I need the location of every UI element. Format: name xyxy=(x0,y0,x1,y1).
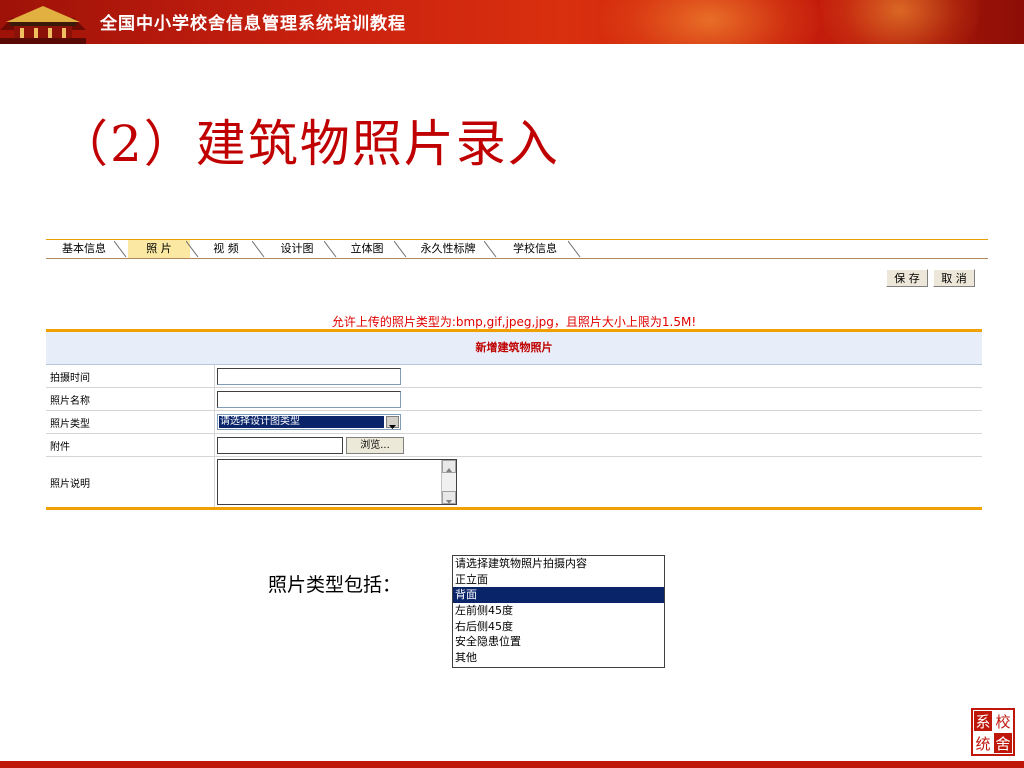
tab-bar: 基本信息 照 片 视 频 设计图 立体图 永久性标牌 学校信息 xyxy=(46,239,988,259)
list-item[interactable]: 安全隐患位置 xyxy=(453,634,664,650)
column-divider xyxy=(214,365,215,387)
browse-button[interactable]: 浏览... xyxy=(346,437,404,454)
column-divider xyxy=(214,434,215,456)
shoot-time-label: 拍摄时间 xyxy=(50,372,90,384)
svg-text:舍: 舍 xyxy=(995,735,1010,753)
tab-separator-icon xyxy=(484,240,497,258)
photo-name-input[interactable] xyxy=(217,391,401,408)
form-row-attachment: 附件 浏览... xyxy=(46,434,982,457)
form-header: 新增建筑物照片 xyxy=(46,332,982,365)
photo-type-select[interactable]: 请选择设计图类型 xyxy=(217,414,401,430)
tab-design-drawing[interactable]: 设计图 xyxy=(266,240,337,258)
tab-label: 视 频 xyxy=(213,242,239,255)
form-row-description: 照片说明 xyxy=(46,457,982,507)
tab-permanent-sign[interactable]: 永久性标牌 xyxy=(408,240,497,258)
column-divider xyxy=(214,411,215,433)
tab-school-info[interactable]: 学校信息 xyxy=(498,240,581,258)
tab-3d-view[interactable]: 立体图 xyxy=(336,240,407,258)
shoot-time-input[interactable] xyxy=(217,368,401,385)
save-button[interactable]: 保 存 xyxy=(886,269,928,287)
form-row-shoot-time: 拍摄时间 xyxy=(46,365,982,388)
tab-basic-info[interactable]: 基本信息 xyxy=(50,240,127,258)
tab-separator-icon xyxy=(394,240,407,258)
photo-type-caption: 照片类型包括： xyxy=(268,574,402,596)
new-photo-form: 新增建筑物照片 拍摄时间 照片名称 照片类型 请选择设计图类型 附件 浏览...… xyxy=(46,329,982,510)
tab-label: 学校信息 xyxy=(513,242,557,255)
list-item[interactable]: 其他 xyxy=(453,650,664,666)
scroll-up-icon[interactable] xyxy=(442,460,456,473)
column-divider xyxy=(214,457,215,507)
palace-gate-icon xyxy=(0,6,86,44)
tab-separator-icon xyxy=(114,240,127,258)
tab-photo[interactable]: 照 片 xyxy=(128,240,199,258)
seal-logo-icon: 系 校 统 舍 xyxy=(971,708,1015,756)
header-banner: 全国中小学校舍信息管理系统培训教程 xyxy=(0,0,1024,44)
tab-label: 设计图 xyxy=(280,242,314,255)
list-item[interactable]: 右后侧45度 xyxy=(453,619,664,635)
list-item[interactable]: 左前侧45度 xyxy=(453,603,664,619)
tab-label: 立体图 xyxy=(350,242,384,255)
textarea-scrollbar[interactable] xyxy=(441,460,456,504)
banner-glow xyxy=(820,0,980,44)
tab-separator-icon xyxy=(568,240,581,258)
form-row-photo-type: 照片类型 请选择设计图类型 xyxy=(46,411,982,434)
cancel-button[interactable]: 取 消 xyxy=(933,269,975,287)
banner-glow xyxy=(600,0,820,44)
photo-type-options-list[interactable]: 请选择建筑物照片拍摄内容 正立面 背面 左前侧45度 右后侧45度 安全隐患位置… xyxy=(452,555,665,668)
photo-name-label: 照片名称 xyxy=(50,395,90,407)
svg-text:校: 校 xyxy=(995,713,1010,731)
svg-text:系: 系 xyxy=(975,713,990,731)
upload-notice: 允许上传的照片类型为:bmp,gif,jpeg,jpg，且照片大小上限为1.5M… xyxy=(331,315,697,329)
dropdown-arrow-icon[interactable] xyxy=(386,416,399,429)
bottom-bar xyxy=(0,761,1024,768)
tab-label: 照 片 xyxy=(146,242,172,255)
photo-type-label: 照片类型 xyxy=(50,418,90,430)
list-item-selected[interactable]: 背面 xyxy=(453,587,664,604)
scroll-down-icon[interactable] xyxy=(442,491,456,504)
column-divider xyxy=(214,388,215,410)
header-title: 全国中小学校舍信息管理系统培训教程 xyxy=(100,14,406,34)
description-label: 照片说明 xyxy=(50,478,90,490)
svg-text:统: 统 xyxy=(975,735,990,753)
list-item[interactable]: 请选择建筑物照片拍摄内容 xyxy=(453,556,664,572)
tab-label: 基本信息 xyxy=(62,242,106,255)
tab-video[interactable]: 视 频 xyxy=(196,240,265,258)
attachment-file-input[interactable] xyxy=(217,437,343,454)
tab-separator-icon xyxy=(252,240,265,258)
list-item[interactable]: 正立面 xyxy=(453,572,664,588)
tab-label: 永久性标牌 xyxy=(420,242,476,255)
photo-type-selected-value: 请选择设计图类型 xyxy=(219,416,384,428)
form-row-photo-name: 照片名称 xyxy=(46,388,982,411)
attachment-label: 附件 xyxy=(50,441,70,453)
slide-title: （2）建筑物照片录入 xyxy=(58,115,560,173)
description-textarea[interactable] xyxy=(217,459,457,505)
